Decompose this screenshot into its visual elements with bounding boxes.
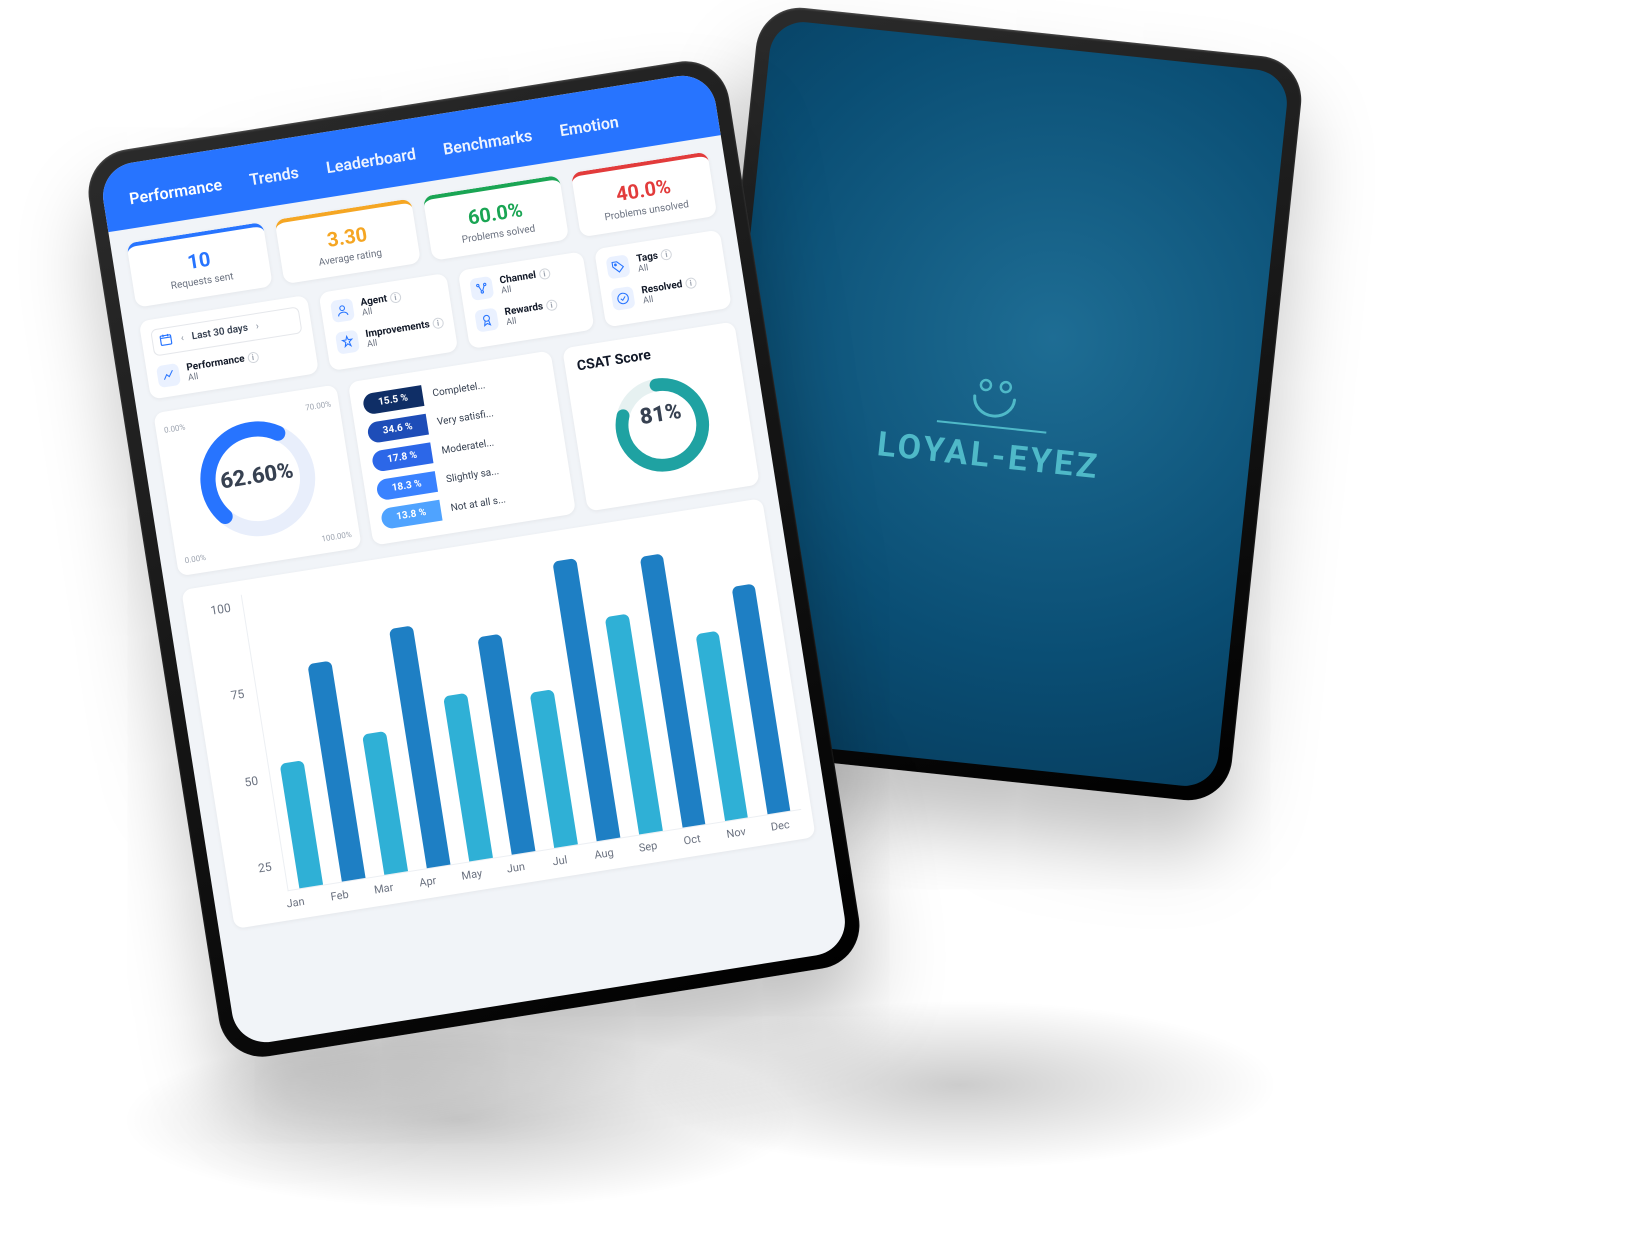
dist-label: Very satisfi... — [436, 408, 494, 428]
csat-card: CSAT Score 81% — [562, 321, 760, 511]
bar-May[interactable] — [444, 693, 493, 861]
brand-logo: LOYAL-EYEZ — [880, 366, 1108, 441]
dist-pill: 15.5 % — [362, 385, 425, 415]
rewards-icon — [474, 307, 499, 332]
filter-channel[interactable]: ChanneliAll — [469, 263, 578, 301]
gauge-card: 0.00% 70.00% 62.60% 0.00% 100.00% — [153, 384, 362, 576]
agent-icon — [330, 298, 355, 323]
filter-improvements[interactable]: ImprovementsiAll — [335, 316, 446, 355]
chevron-right-icon[interactable]: › — [253, 321, 262, 333]
filter-rewards[interactable]: RewardsiAll — [474, 294, 583, 332]
bar-Jan[interactable] — [280, 760, 323, 888]
dist-label: Completel... — [432, 380, 486, 399]
calendar-icon — [158, 331, 174, 350]
dist-pill: 13.8 % — [380, 500, 443, 530]
chevron-left-icon[interactable]: ‹ — [178, 332, 187, 344]
bar-Jul[interactable] — [530, 689, 578, 848]
tab-benchmarks[interactable]: Benchmarks — [442, 126, 534, 159]
filter-agent[interactable]: AgentiAll — [330, 284, 441, 323]
smiley-icon — [965, 375, 1025, 421]
csat-title: CSAT Score — [576, 347, 652, 374]
tags-icon — [606, 254, 631, 279]
resolved-icon — [611, 286, 636, 311]
dist-label: Slightly sa... — [445, 466, 499, 485]
channel-icon — [469, 276, 494, 301]
brand-name: LOYAL-EYEZ — [875, 424, 1101, 487]
filter-resolved[interactable]: ResolvediAll — [611, 273, 720, 311]
monthly-bar-chart: 100755025 JanFebMarAprMayJunJulAugSepOct… — [181, 498, 815, 929]
bar-Nov[interactable] — [695, 631, 747, 821]
improvements-icon — [335, 330, 360, 355]
filter-tags[interactable]: TagsiAll — [606, 241, 715, 279]
dist-label: Not at all s... — [450, 494, 507, 514]
tab-performance[interactable]: Performance — [128, 175, 223, 208]
tab-emotion[interactable]: Emotion — [558, 112, 620, 140]
performance-icon — [156, 363, 181, 388]
distribution-card: 15.5 %Completel...34.6 %Very satisfi...1… — [348, 350, 576, 545]
dist-label: Moderatel... — [441, 438, 495, 457]
date-range-label: Last 30 days — [191, 323, 249, 343]
tab-leaderboard[interactable]: Leaderboard — [325, 144, 417, 177]
dist-pill: 17.8 % — [371, 442, 434, 472]
dist-pill: 18.3 % — [375, 471, 438, 501]
bar-Mar[interactable] — [363, 731, 408, 875]
tab-trends[interactable]: Trends — [248, 163, 300, 190]
dist-pill: 34.6 % — [366, 414, 429, 444]
